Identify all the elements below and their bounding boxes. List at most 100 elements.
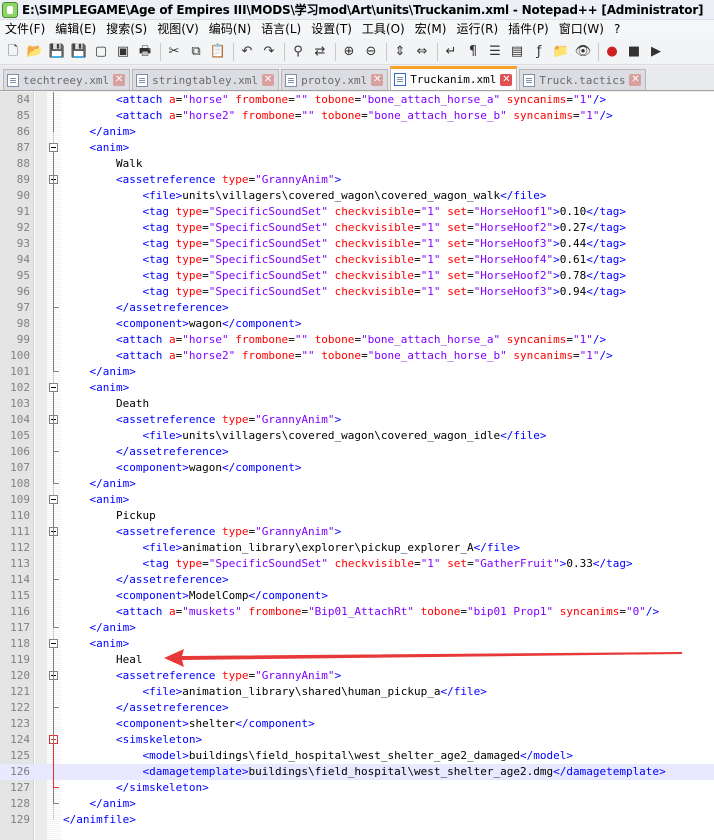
editor-line[interactable]: 88 Walk xyxy=(0,156,714,172)
tab-close-icon[interactable]: ✕ xyxy=(262,74,275,86)
editor-line[interactable]: 101 </anim> xyxy=(0,364,714,380)
editor-line[interactable]: 84 <attach a="horse" frombone="" tobone=… xyxy=(0,92,714,108)
new-file-icon[interactable]: 🗋 xyxy=(3,42,23,62)
editor-line[interactable]: 112 <file>animation_library\explorer\pic… xyxy=(0,540,714,556)
replace-icon[interactable]: ⇄ xyxy=(310,42,330,62)
editor-line[interactable]: 107 <component>wagon</component> xyxy=(0,460,714,476)
tab-truck-tactics[interactable]: Truck.tactics ✕ xyxy=(519,69,647,90)
menu-item[interactable]: ? xyxy=(609,20,625,39)
undo-icon[interactable]: ↶ xyxy=(237,42,257,62)
sync-vertical-icon[interactable]: ⇕ xyxy=(390,42,410,62)
tab-close-icon[interactable]: ✕ xyxy=(629,74,642,86)
save-all-icon[interactable]: 💾 xyxy=(69,42,89,62)
editor-line[interactable]: 95 <tag type="SpecificSoundSet" checkvis… xyxy=(0,268,714,284)
editor-line[interactable]: 97 </assetreference> xyxy=(0,300,714,316)
fold-toggle-icon[interactable] xyxy=(49,495,58,504)
paste-icon[interactable]: 📋 xyxy=(208,42,228,62)
editor-line[interactable]: 129 </animfile> xyxy=(0,812,714,828)
editor-line[interactable]: 105 <file>units\villagers\covered_wagon\… xyxy=(0,428,714,444)
fold-toggle-icon[interactable] xyxy=(49,639,58,648)
notepadpp-app-icon[interactable] xyxy=(2,1,18,18)
editor-line[interactable]: 99 <attach a="horse" frombone="" tobone=… xyxy=(0,332,714,348)
redo-icon[interactable]: ↷ xyxy=(259,42,279,62)
save-icon[interactable]: 💾 xyxy=(47,42,67,62)
editor-line[interactable]: 96 <tag type="SpecificSoundSet" checkvis… xyxy=(0,284,714,300)
close-all-icon[interactable]: ▣ xyxy=(113,42,133,62)
editor-line[interactable]: 108 </anim> xyxy=(0,476,714,492)
stop-macro-icon[interactable]: ■ xyxy=(624,42,644,62)
copy-icon[interactable]: ⧉ xyxy=(186,42,206,62)
tab-close-icon[interactable]: ✕ xyxy=(113,74,126,86)
editor-line[interactable]: 104 <assetreference type="GrannyAnim"> xyxy=(0,412,714,428)
zoom-in-icon[interactable]: ⊕ xyxy=(339,42,359,62)
menu-item[interactable]: 文件(F) xyxy=(0,20,50,39)
folder-as-workspace-icon[interactable]: 📁 xyxy=(551,42,571,62)
record-macro-icon[interactable]: ● xyxy=(602,42,622,62)
tab-protoy-xml[interactable]: protoy.xml ✕ xyxy=(281,69,389,90)
function-list-icon[interactable]: ƒ xyxy=(529,42,549,62)
editor-line[interactable]: 126 <damagetemplate>buildings\field_hosp… xyxy=(0,764,714,780)
editor-line[interactable]: 122 </assetreference> xyxy=(0,700,714,716)
menu-item[interactable]: 工具(O) xyxy=(357,20,410,39)
fold-toggle-icon[interactable] xyxy=(49,143,58,152)
menu-item[interactable]: 编码(N) xyxy=(204,20,256,39)
tab-stringtabley-xml[interactable]: stringtabley.xml ✕ xyxy=(132,69,280,90)
editor-line[interactable]: 128 </anim> xyxy=(0,796,714,812)
doc-map-icon[interactable]: ▤ xyxy=(507,42,527,62)
menu-item[interactable]: 插件(P) xyxy=(503,20,554,39)
word-wrap-icon[interactable]: ↵ xyxy=(441,42,461,62)
menu-item[interactable]: 视图(V) xyxy=(152,20,204,39)
menu-item[interactable]: 语言(L) xyxy=(256,20,306,39)
close-icon[interactable]: ▢ xyxy=(91,42,111,62)
open-file-icon[interactable]: 📂 xyxy=(25,42,45,62)
cut-icon[interactable]: ✂ xyxy=(164,42,184,62)
editor-line[interactable]: 124 <simskeleton> xyxy=(0,732,714,748)
editor-line[interactable]: 87 <anim> xyxy=(0,140,714,156)
menu-item[interactable]: 搜索(S) xyxy=(101,20,152,39)
editor-line[interactable]: 121 <file>animation_library\shared\human… xyxy=(0,684,714,700)
tab-close-icon[interactable]: ✕ xyxy=(371,74,384,86)
editor-line[interactable]: 110 Pickup xyxy=(0,508,714,524)
editor-line[interactable]: 115 <component>ModelComp</component> xyxy=(0,588,714,604)
sync-horizontal-icon[interactable]: ⇔ xyxy=(412,42,432,62)
editor-line[interactable]: 93 <tag type="SpecificSoundSet" checkvis… xyxy=(0,236,714,252)
menu-item[interactable]: 编辑(E) xyxy=(50,20,101,39)
editor-line[interactable]: 85 <attach a="horse2" frombone="" tobone… xyxy=(0,108,714,124)
editor-line[interactable]: 90 <file>units\villagers\covered_wagon\c… xyxy=(0,188,714,204)
editor-line[interactable]: 117 </anim> xyxy=(0,620,714,636)
editor-line[interactable]: 109 <anim> xyxy=(0,492,714,508)
editor-line[interactable]: 89 <assetreference type="GrannyAnim"> xyxy=(0,172,714,188)
editor-line[interactable]: 123 <component>shelter</component> xyxy=(0,716,714,732)
editor-line[interactable]: 114 </assetreference> xyxy=(0,572,714,588)
tab-close-icon[interactable]: ✕ xyxy=(500,73,513,86)
tab-techtreey-xml[interactable]: techtreey.xml ✕ xyxy=(3,69,131,90)
play-macro-icon[interactable]: ▶ xyxy=(646,42,666,62)
show-all-chars-icon[interactable]: ¶ xyxy=(463,42,483,62)
editor-line[interactable]: 94 <tag type="SpecificSoundSet" checkvis… xyxy=(0,252,714,268)
tab-truckanim-xml[interactable]: Truckanim.xml ✕ xyxy=(390,66,518,90)
menu-item[interactable]: 设置(T) xyxy=(306,20,357,39)
editor-line[interactable]: 103 Death xyxy=(0,396,714,412)
print-icon[interactable]: 🖶 xyxy=(135,42,155,62)
editor-line[interactable]: 111 <assetreference type="GrannyAnim"> xyxy=(0,524,714,540)
editor-line[interactable]: 100 <attach a="horse2" frombone="" tobon… xyxy=(0,348,714,364)
editor-line[interactable]: 92 <tag type="SpecificSoundSet" checkvis… xyxy=(0,220,714,236)
editor-pane[interactable]: 84 <attach a="horse" frombone="" tobone=… xyxy=(0,92,714,840)
editor-line[interactable]: 98 <component>wagon</component> xyxy=(0,316,714,332)
editor-line[interactable]: 113 <tag type="SpecificSoundSet" checkvi… xyxy=(0,556,714,572)
menu-item[interactable]: 宏(M) xyxy=(410,20,452,39)
zoom-out-icon[interactable]: ⊖ xyxy=(361,42,381,62)
editor-line[interactable]: 106 </assetreference> xyxy=(0,444,714,460)
editor-line[interactable]: 127 </simskeleton> xyxy=(0,780,714,796)
menu-item[interactable]: 窗口(W) xyxy=(554,20,609,39)
editor-line[interactable]: 102 <anim> xyxy=(0,380,714,396)
editor-line[interactable]: 116 <attach a="muskets" frombone="Bip01_… xyxy=(0,604,714,620)
find-icon[interactable]: ⚲ xyxy=(288,42,308,62)
menu-item[interactable]: 运行(R) xyxy=(451,20,503,39)
editor-line[interactable]: 120 <assetreference type="GrannyAnim"> xyxy=(0,668,714,684)
editor-line[interactable]: 86 </anim> xyxy=(0,124,714,140)
fold-toggle-icon[interactable] xyxy=(49,383,58,392)
indent-guide-icon[interactable]: ☰ xyxy=(485,42,505,62)
monitoring-icon[interactable]: 👁 xyxy=(573,42,593,62)
editor-line[interactable]: 125 <model>buildings\field_hospital\west… xyxy=(0,748,714,764)
